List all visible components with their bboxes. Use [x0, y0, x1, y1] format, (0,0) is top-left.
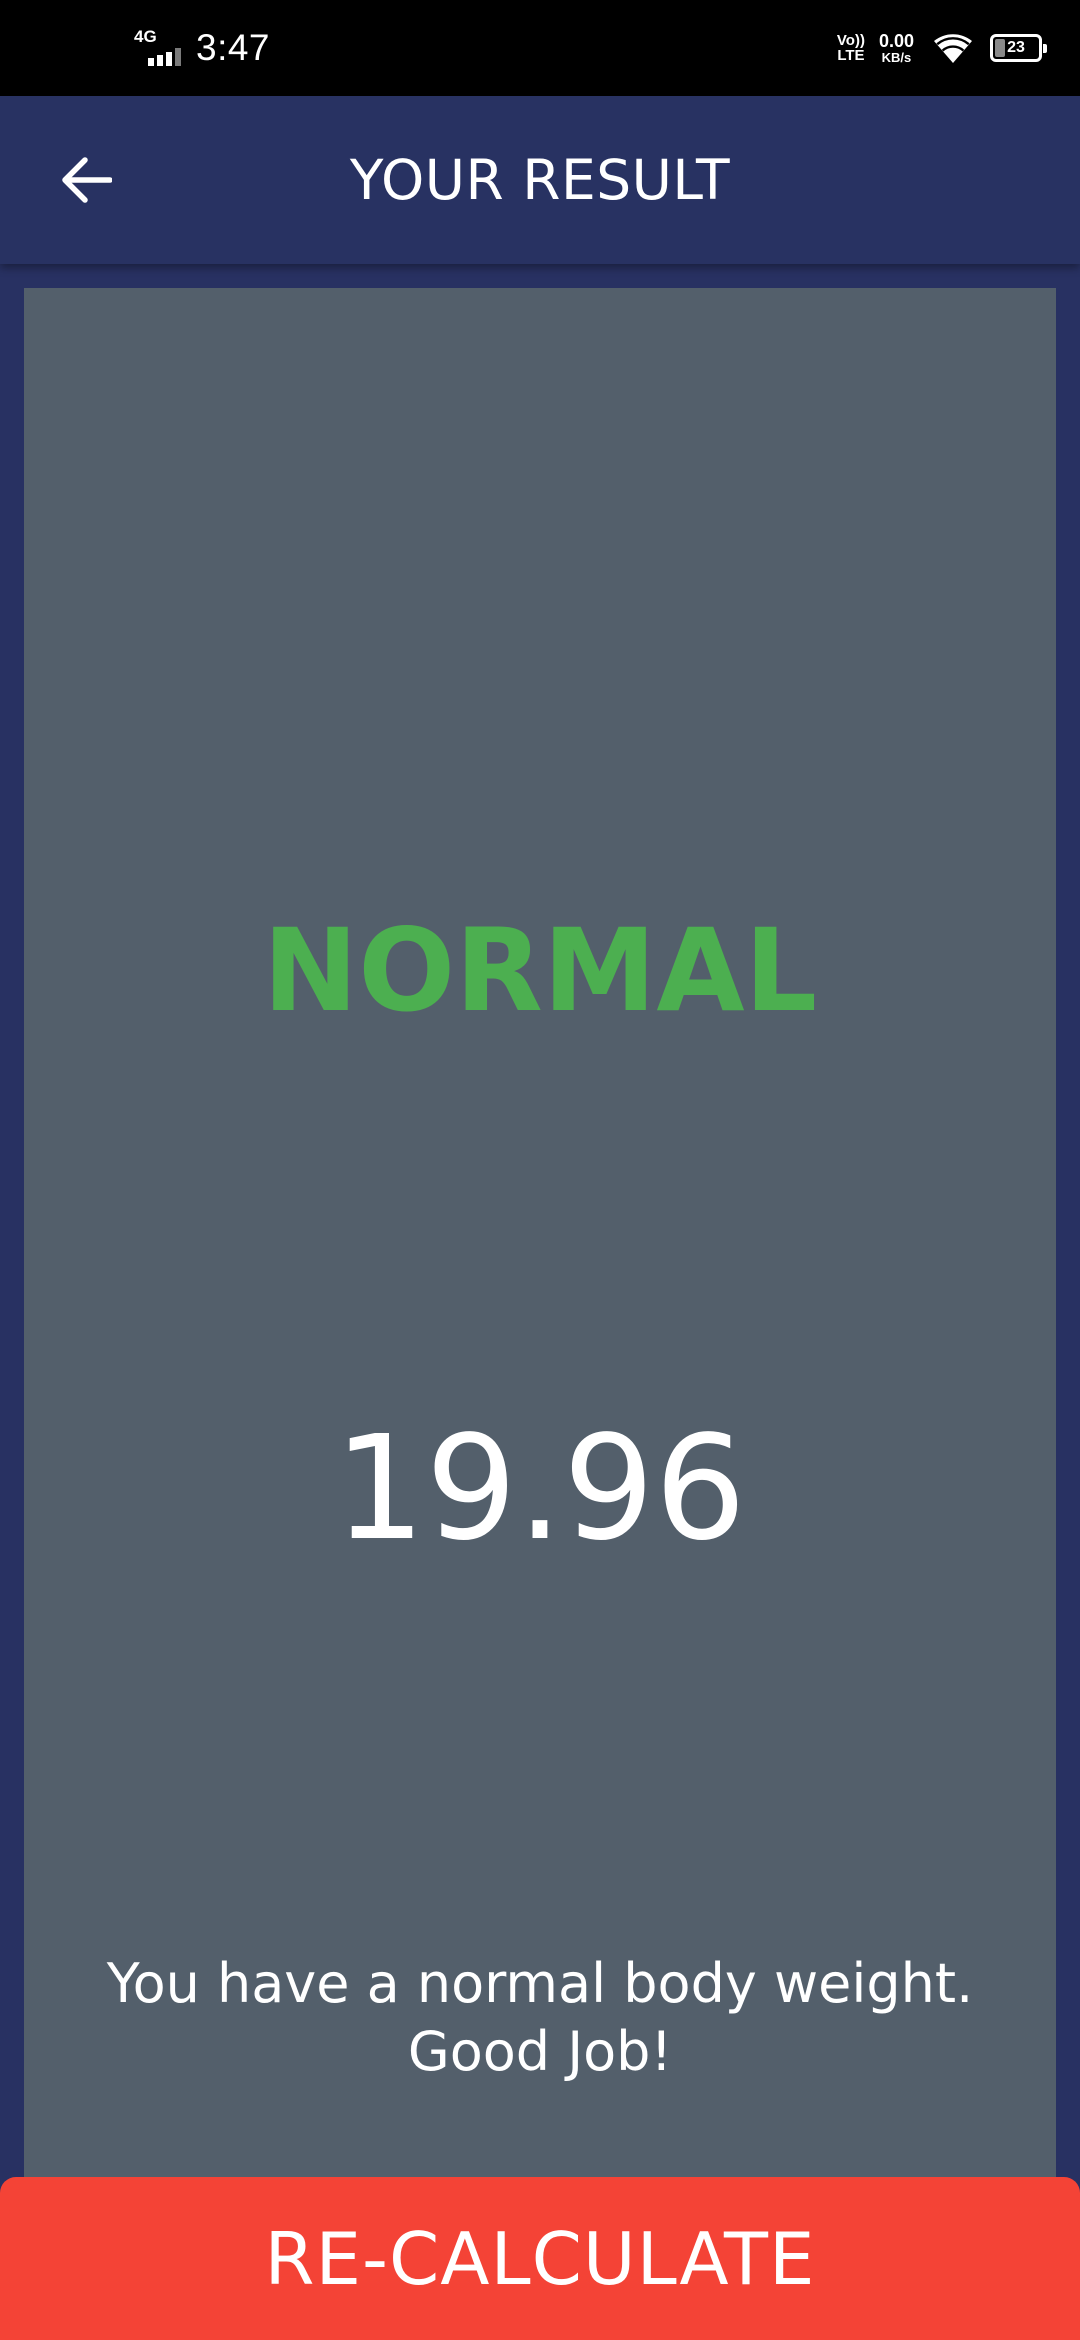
- bmi-value: 19.96: [333, 1404, 747, 1572]
- bmi-status-label: NORMAL: [262, 904, 818, 1037]
- network-type: 4G: [134, 27, 157, 46]
- interpretation-line-2: Good Job!: [407, 2020, 673, 2083]
- speed-unit: KB/s: [881, 49, 912, 65]
- app-bar: YOUR RESULT: [0, 96, 1080, 264]
- battery-icon: 23: [990, 34, 1047, 62]
- interpretation-line-1: You have a normal body weight.: [106, 1952, 974, 2015]
- clock: 3:47: [196, 27, 271, 68]
- page-title: YOUR RESULT: [349, 148, 731, 212]
- result-card: NORMAL 19.96 You have a normal body weig…: [24, 288, 1056, 2288]
- status-bar: 4G 3:47 Vo)) LTE 0.00 KB/s 23: [0, 0, 1080, 96]
- network-indicator: 4G: [134, 28, 184, 68]
- recalculate-button[interactable]: RE-CALCULATE: [0, 2177, 1080, 2340]
- status-bar-right: Vo)) LTE 0.00 KB/s 23: [837, 0, 1047, 96]
- volte-bottom: LTE: [837, 47, 865, 64]
- status-bar-left: 4G 3:47: [134, 0, 270, 96]
- bmi-interpretation: You have a normal body weight. Good Job!: [64, 1950, 1016, 2086]
- speed-value: 0.00: [878, 30, 914, 51]
- wifi-icon: [934, 33, 972, 63]
- volte-indicator: Vo)) LTE: [837, 33, 865, 63]
- battery-level: 23: [1007, 39, 1025, 56]
- signal-icon: [148, 48, 181, 66]
- network-speed: 0.00 KB/s: [878, 30, 914, 65]
- battery-fill: [995, 39, 1005, 57]
- volte-top: Vo)): [836, 32, 865, 49]
